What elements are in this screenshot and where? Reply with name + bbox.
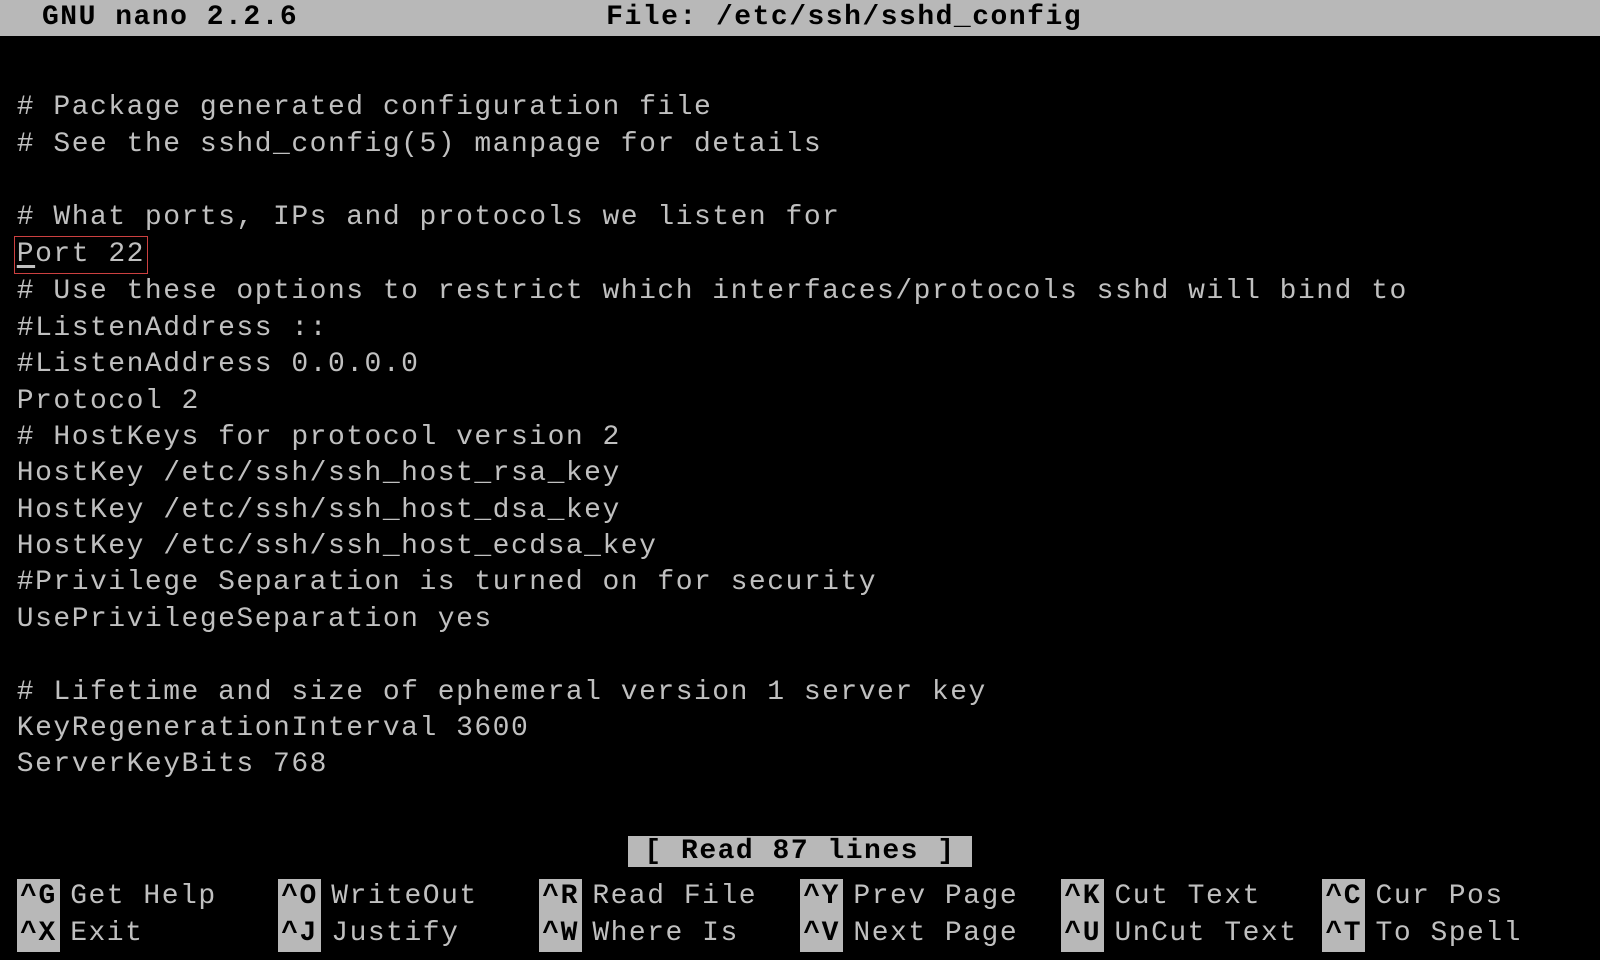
editor-line[interactable] — [17, 638, 1583, 674]
editor-line[interactable]: # See the sshd_config(5) manpage for det… — [17, 127, 1583, 163]
shortcut-key[interactable]: ^R — [539, 879, 582, 915]
shortcut-label: Next Page — [853, 916, 1018, 952]
editor-line[interactable]: UsePrivilegeSeparation yes — [17, 602, 1583, 638]
editor-line[interactable]: #ListenAddress 0.0.0.0 — [17, 347, 1583, 383]
nano-terminal[interactable]: GNU nano 2.2.6 File: /etc/ssh/sshd_confi… — [0, 0, 1600, 960]
editor-line[interactable]: Port 22 — [17, 236, 1583, 274]
shortcut-item: ^W Where Is — [539, 916, 800, 952]
shortcut-key[interactable]: ^X — [17, 916, 60, 952]
shortcut-label: Prev Page — [853, 879, 1018, 915]
shortcut-label: Get Help — [70, 879, 216, 915]
status-message: [ Read 87 lines ] — [628, 836, 973, 867]
editor-viewport[interactable]: # Package generated configuration file# … — [0, 36, 1600, 784]
shortcut-item: ^G Get Help — [17, 879, 278, 915]
editor-line[interactable]: # Lifetime and size of ephemeral version… — [17, 675, 1583, 711]
editor-line[interactable]: #Privilege Separation is turned on for s… — [17, 565, 1583, 601]
editor-line[interactable]: ServerKeyBits 768 — [17, 747, 1583, 783]
shortcut-label: UnCut Text — [1114, 916, 1297, 952]
shortcut-key[interactable]: ^W — [539, 916, 582, 952]
editor-line[interactable]: # Package generated configuration file — [17, 90, 1583, 126]
shortcut-key[interactable]: ^O — [278, 879, 321, 915]
shortcut-key[interactable]: ^G — [17, 879, 60, 915]
shortcut-item: ^Y Prev Page — [800, 879, 1061, 915]
shortcut-key[interactable]: ^U — [1061, 916, 1104, 952]
editor-line[interactable]: # Use these options to restrict which in… — [17, 274, 1583, 310]
nano-title-bar: GNU nano 2.2.6 File: /etc/ssh/sshd_confi… — [0, 0, 1600, 36]
editor-line[interactable]: # What ports, IPs and protocols we liste… — [17, 200, 1583, 236]
editor-line[interactable]: HostKey /etc/ssh/ssh_host_ecdsa_key — [17, 529, 1583, 565]
editor-line[interactable]: HostKey /etc/ssh/ssh_host_dsa_key — [17, 493, 1583, 529]
shortcut-label: Cut Text — [1114, 879, 1260, 915]
shortcut-item: ^X Exit — [17, 916, 278, 952]
editor-line[interactable]: KeyRegenerationInterval 3600 — [17, 711, 1583, 747]
editor-line[interactable] — [17, 54, 1583, 90]
shortcut-label: Exit — [70, 916, 143, 952]
shortcut-item: ^V Next Page — [800, 916, 1061, 952]
editor-line[interactable]: # HostKeys for protocol version 2 — [17, 420, 1583, 456]
shortcut-item: ^J Justify — [278, 916, 539, 952]
shortcut-key[interactable]: ^J — [278, 916, 321, 952]
shortcut-label: WriteOut — [331, 879, 477, 915]
nano-file-label: File: /etc/ssh/sshd_config — [298, 0, 1390, 36]
shortcut-item: ^K Cut Text — [1061, 879, 1322, 915]
editor-line[interactable]: Protocol 2 — [17, 384, 1583, 420]
shortcut-item: ^C Cur Pos — [1322, 879, 1583, 915]
editor-line[interactable] — [17, 163, 1583, 199]
shortcut-label: Read File — [592, 879, 757, 915]
shortcut-label: Cur Pos — [1376, 879, 1504, 915]
callout-box: Port 22 — [14, 236, 148, 274]
shortcut-key[interactable]: ^T — [1322, 916, 1365, 952]
shortcut-key[interactable]: ^Y — [800, 879, 843, 915]
shortcut-item: ^U UnCut Text — [1061, 916, 1322, 952]
editor-line[interactable]: HostKey /etc/ssh/ssh_host_rsa_key — [17, 456, 1583, 492]
nano-version: GNU nano 2.2.6 — [8, 0, 298, 36]
shortcut-label: Justify — [331, 916, 459, 952]
shortcut-label: To Spell — [1376, 916, 1522, 952]
shortcut-key[interactable]: ^C — [1322, 879, 1365, 915]
editor-line[interactable]: #ListenAddress :: — [17, 311, 1583, 347]
shortcut-item: ^T To Spell — [1322, 916, 1583, 952]
text-cursor: P — [17, 239, 35, 270]
shortcut-key[interactable]: ^K — [1061, 879, 1104, 915]
shortcut-item: ^R Read File — [539, 879, 800, 915]
status-row: [ Read 87 lines ] — [0, 834, 1600, 870]
shortcut-label: Where Is — [592, 916, 738, 952]
shortcut-key[interactable]: ^V — [800, 916, 843, 952]
shortcut-item: ^O WriteOut — [278, 879, 539, 915]
shortcut-bar: ^G Get Help ^O WriteOut ^R Read File ^Y Prev Pa… — [0, 879, 1600, 952]
